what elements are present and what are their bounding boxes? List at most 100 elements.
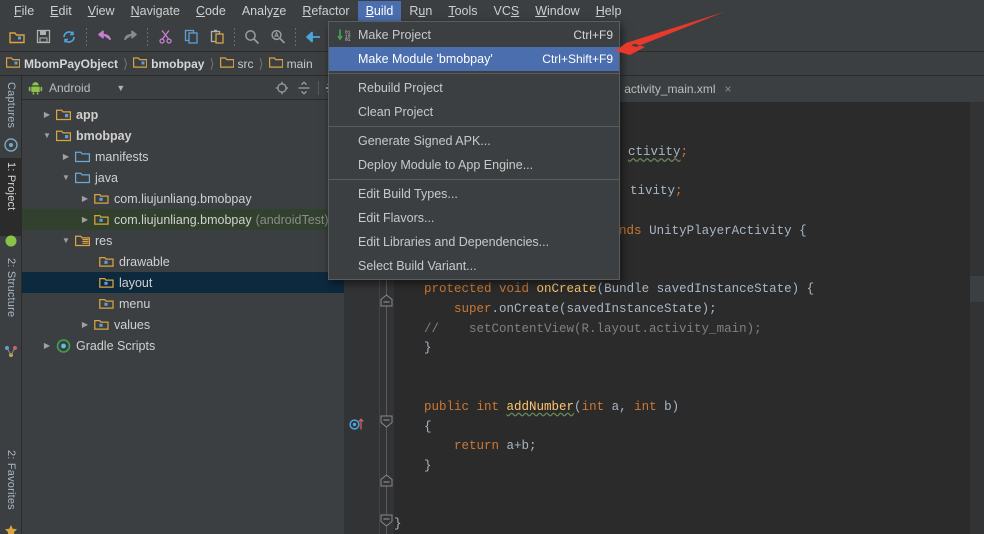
open-folder-icon[interactable]	[4, 25, 30, 49]
menu-entry-edit-libraries-dependencies[interactable]: Edit Libraries and Dependencies...	[329, 230, 619, 254]
sidebar-item-structure[interactable]: 2: Structure	[0, 254, 22, 346]
menu-label-edit-build-types: Edit Build Types...	[358, 187, 458, 201]
menu-entry-rebuild-project[interactable]: Rebuild Project	[329, 76, 619, 100]
menu-entry-deploy-module-app-engine[interactable]: Deploy Module to App Engine...	[329, 153, 619, 177]
menu-item-edit[interactable]: Edit	[42, 1, 80, 21]
chevron-down-icon[interactable]: ▼	[116, 83, 125, 93]
chevron-right-icon[interactable]: ▶	[40, 110, 54, 119]
chevron-down-icon[interactable]: ▼	[59, 236, 73, 245]
tree-node-package-androidtest[interactable]: ▶ com.liujunliang.bmobpay (androidTest)	[22, 209, 344, 230]
menu-entry-make-module[interactable]: Make Module 'bmobpay' Ctrl+Shift+F9	[329, 47, 619, 71]
override-method-icon[interactable]	[349, 417, 365, 436]
menu-item-file[interactable]: FFileile	[6, 1, 42, 21]
tree-node-drawable[interactable]: drawable	[22, 251, 344, 272]
menu-item-analyze[interactable]: Analyze	[234, 1, 294, 21]
menu-item-help[interactable]: Help	[588, 1, 630, 21]
tree-node-manifests[interactable]: ▶ manifests	[22, 146, 344, 167]
code-line-close-addnumber: }	[394, 458, 432, 473]
menu-item-tools[interactable]: Tools	[440, 1, 485, 21]
fold-expand-icon[interactable]	[380, 474, 393, 487]
build-menu-dropdown[interactable]: 01 10 01 Make Project Ctrl+F9 Make Module …	[328, 21, 620, 280]
gradle-icon	[54, 338, 72, 353]
menu-entry-generate-signed-apk[interactable]: Generate Signed APK...	[329, 129, 619, 153]
chevron-right-icon[interactable]: ▶	[78, 320, 92, 329]
breadcrumb-item-1[interactable]: bmobpay	[132, 56, 206, 71]
target-icon[interactable]	[271, 78, 293, 98]
menu-item-refactor[interactable]: Refactor	[294, 1, 357, 21]
menu-item-vcs[interactable]: VCS	[486, 1, 528, 21]
tree-node-res[interactable]: ▼ res	[22, 230, 344, 251]
project-tree[interactable]: ▶ app ▼ bmobpay ▶ manifests ▼ java ▶ com…	[22, 101, 344, 534]
menu-item-build[interactable]: Build	[357, 1, 402, 21]
package-icon	[97, 276, 115, 289]
chevron-right-icon[interactable]: ▶	[59, 152, 73, 161]
copy-icon[interactable]	[178, 25, 204, 49]
cut-icon[interactable]	[152, 25, 178, 49]
scrollbar-thumb[interactable]	[970, 276, 984, 302]
redo-icon[interactable]	[117, 25, 143, 49]
menu-item-view[interactable]: View	[80, 1, 123, 21]
breadcrumb-item-0[interactable]: MbomPayObject	[5, 56, 120, 71]
fold-expand-icon[interactable]	[380, 294, 393, 307]
menu-entry-clean-project[interactable]: Clean Project	[329, 100, 619, 124]
menu-item-run[interactable]: Run	[401, 1, 440, 21]
breadcrumb-label-3: main	[286, 56, 313, 71]
chevron-right-icon[interactable]: ▶	[78, 194, 92, 203]
android-logo-icon	[28, 81, 43, 95]
favorites-star-icon	[4, 524, 18, 534]
menu-entry-make-project[interactable]: 01 10 01 Make Project Ctrl+F9	[329, 23, 619, 47]
sidebar-item-favorites[interactable]: 2: Favorites	[0, 446, 22, 532]
chevron-right-icon[interactable]: ▶	[40, 341, 54, 350]
module-folder-icon	[54, 129, 72, 142]
chevron-down-icon[interactable]: ▼	[40, 131, 54, 140]
project-view-selector-label[interactable]: Android	[49, 81, 90, 95]
sync-refresh-icon[interactable]	[56, 25, 82, 49]
menu-entry-select-build-variant[interactable]: Select Build Variant...	[329, 254, 619, 278]
captures-tab-label: Captures	[5, 82, 17, 129]
tree-node-values[interactable]: ▶ values	[22, 314, 344, 335]
header-divider	[318, 80, 319, 95]
android-studio-window: FFileile Edit View Navigate Code Analyze…	[0, 0, 984, 534]
fold-collapse-icon[interactable]	[380, 514, 393, 527]
editor-scrollbar[interactable]	[970, 102, 984, 534]
chevron-right-icon[interactable]: ▶	[78, 215, 92, 224]
paste-icon[interactable]	[204, 25, 230, 49]
fold-collapse-icon[interactable]	[380, 415, 393, 428]
breadcrumb-label-1: bmobpay	[151, 56, 205, 71]
folder-icon	[219, 56, 234, 71]
tree-label-drawable: drawable	[119, 254, 170, 269]
breadcrumb-item-3[interactable]: main	[268, 56, 315, 71]
code-line-open-brace: {	[394, 419, 432, 434]
menu-item-navigate[interactable]: Navigate	[123, 1, 188, 21]
sidebar-item-project[interactable]: 1: Project	[0, 158, 22, 236]
tree-node-bmobpay[interactable]: ▼ bmobpay	[22, 125, 344, 146]
tree-node-app[interactable]: ▶ app	[22, 104, 344, 125]
tree-label-layout: layout	[119, 275, 153, 290]
code-line-super: super.onCreate(savedInstanceState);	[454, 301, 717, 316]
tree-node-package-main[interactable]: ▶ com.liujunliang.bmobpay	[22, 188, 344, 209]
tree-label-package-main: com.liujunliang.bmobpay	[114, 191, 252, 206]
collapse-all-icon[interactable]	[293, 78, 315, 98]
code-line-class-end: }	[394, 517, 402, 532]
chevron-down-icon[interactable]: ▼	[59, 173, 73, 182]
tree-node-menu[interactable]: menu	[22, 293, 344, 314]
code-line-oncreate: protected void onCreate(Bundle savedInst…	[424, 282, 815, 297]
save-all-icon[interactable]	[30, 25, 56, 49]
close-icon[interactable]: ×	[725, 82, 732, 96]
menu-entry-edit-build-types[interactable]: Edit Build Types...	[329, 182, 619, 206]
tree-label-java: java	[95, 170, 118, 185]
menu-entry-edit-flavors[interactable]: Edit Flavors...	[329, 206, 619, 230]
menu-item-code[interactable]: Code	[188, 1, 234, 21]
breadcrumb-item-2[interactable]: src	[219, 56, 256, 71]
undo-icon[interactable]	[91, 25, 117, 49]
find-icon[interactable]	[239, 25, 265, 49]
tree-node-layout[interactable]: layout	[22, 272, 344, 293]
tree-node-gradle-scripts[interactable]: ▶ Gradle Scripts	[22, 335, 344, 356]
favorites-tab-label: 2: Favorites	[5, 450, 17, 510]
back-icon[interactable]	[300, 25, 326, 49]
module-folder-icon	[5, 56, 21, 71]
tree-node-java[interactable]: ▼ java	[22, 167, 344, 188]
find-replace-icon[interactable]	[265, 25, 291, 49]
tree-label-bmobpay: bmobpay	[76, 128, 132, 143]
menu-item-window[interactable]: Window	[527, 1, 587, 21]
